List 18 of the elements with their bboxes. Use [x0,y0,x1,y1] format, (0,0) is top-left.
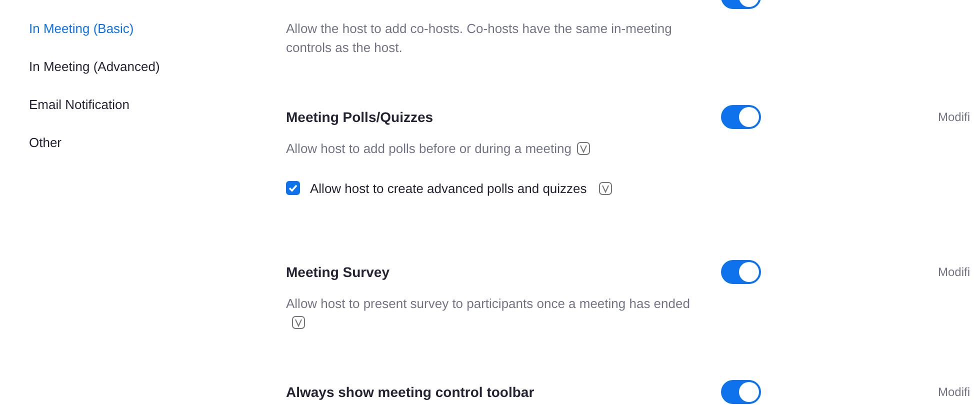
setting-title: Meeting Survey [286,264,390,280]
sidebar-item[interactable]: Email Notification [29,96,130,114]
modify-link[interactable]: Modifi [938,265,974,279]
modify-link[interactable]: Modifi [938,110,974,124]
sidebar-item[interactable]: Other [29,134,62,152]
setting-title: Always show meeting control toolbar [286,384,536,400]
toggle-switch[interactable] [721,260,761,284]
setting-description: Allow host to add polls before or during a meeting [286,139,691,158]
setting-description: Allow host to present survey to participants once a meeting has ended [286,294,691,332]
setting-description: Allow the host to add co-hosts. Co-hosts have the same in-meeting controls as the host. [286,20,673,57]
option-label: Allow host to create advanced polls and quizzes [310,180,587,196]
modify-link[interactable]: Modifi [938,385,974,399]
setting-title: Meeting Polls/Quizzes [286,109,434,125]
checkbox[interactable] [286,181,300,195]
toggle-switch[interactable] [721,380,761,404]
sidebar-item[interactable]: In Meeting (Advanced) [29,58,160,76]
toggle-switch[interactable] [721,105,761,129]
sidebar-item[interactable]: In Meeting (Basic) [29,20,134,38]
